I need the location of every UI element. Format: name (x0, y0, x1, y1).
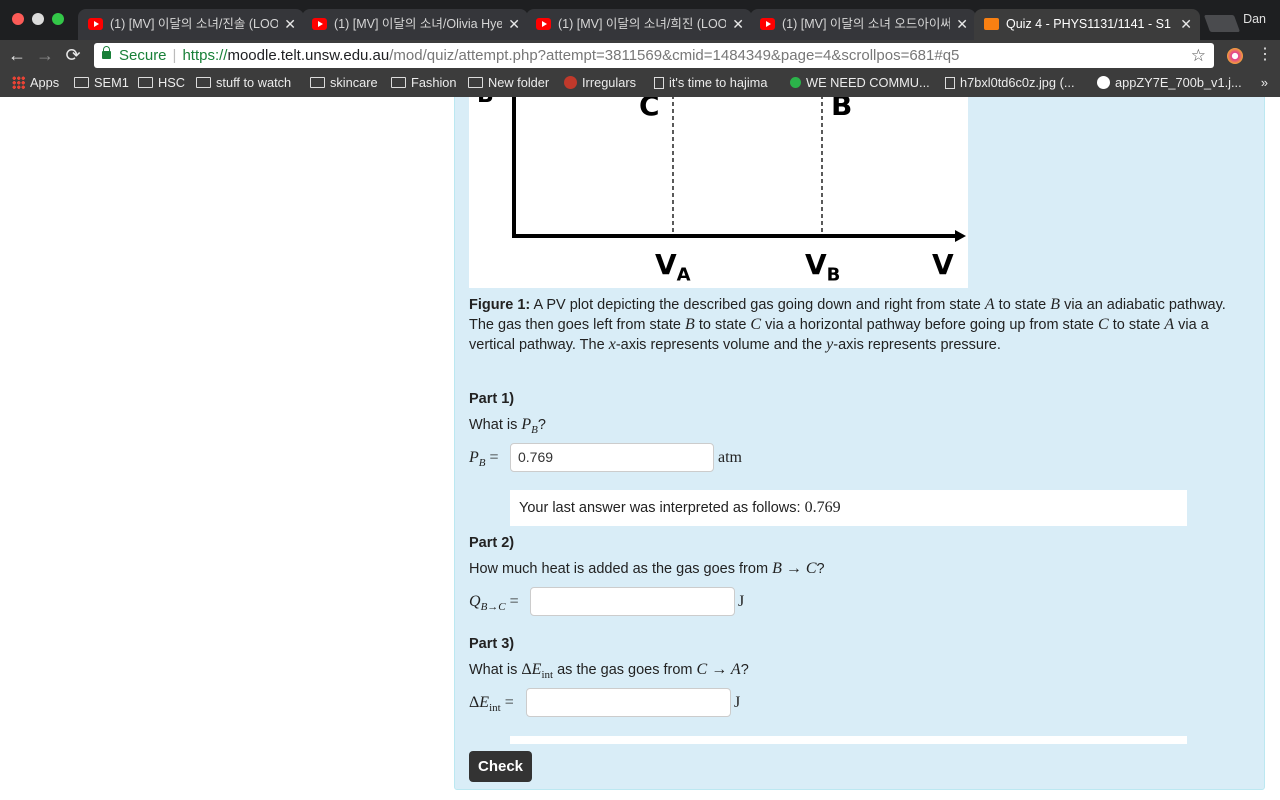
tab-title: (1) [MV] 이달의 소녀/희진 (LOON (558, 17, 726, 31)
pv-figure: B C B VA VB V (469, 97, 968, 288)
part1-title: Part 1) (469, 391, 515, 407)
youtube-icon (760, 18, 775, 30)
bookmark-link[interactable]: h7bxl0td6c0z.jpg (... (945, 71, 1075, 95)
part3-field-label: ΔEint = (469, 694, 514, 715)
green-dot-icon (790, 77, 801, 89)
youtube-icon (88, 18, 103, 30)
address-bar[interactable]: Secure | https://moodle.telt.unsw.edu.au/m… (94, 43, 1214, 68)
zoom-window-button[interactable] (52, 13, 64, 25)
folder-icon (196, 77, 211, 89)
part3-title: Part 3) (469, 636, 515, 652)
part2-unit: J (738, 593, 745, 610)
minimize-window-button[interactable] (32, 13, 44, 25)
part3-unit: J (734, 694, 741, 711)
folder-icon (310, 77, 325, 89)
browser-toolbar: ← → ⟳ Secure | https://moodle.telt.unsw.ed… (0, 40, 1280, 71)
v-axis-label: V (932, 248, 954, 281)
pb-answer-input[interactable]: 0.769 (510, 443, 714, 472)
youtube-icon (536, 18, 551, 30)
url-host: moodle.telt.unsw.edu.au (227, 47, 390, 64)
part3-feedback (510, 736, 1187, 744)
url-path: /mod/quiz/attempt.php?attempt=3811569&cm… (389, 47, 960, 64)
apps-icon (12, 76, 25, 90)
va-label: VA (655, 248, 691, 286)
state-c-label: C (639, 97, 660, 122)
part2-title: Part 2) (469, 535, 515, 551)
check-button[interactable]: Check (469, 751, 532, 782)
part1-question: What is PB? (469, 416, 546, 436)
folder-icon (391, 77, 406, 89)
pb-axis-label: B (477, 97, 494, 108)
folder-icon (468, 77, 483, 89)
bookmarks-overflow-button[interactable]: » (1261, 71, 1268, 95)
moodle-icon (984, 18, 999, 30)
new-tab-button[interactable] (1203, 15, 1241, 32)
bookmark-star-icon[interactable]: ☆ (1191, 43, 1206, 68)
bookmarks-bar: Apps SEM1 HSC stuff to watch skincare Fa… (0, 71, 1280, 97)
profile-name[interactable]: Dan (1243, 12, 1266, 26)
close-icon[interactable]: ✕ (508, 9, 520, 40)
bookmark-folder[interactable]: Fashion (391, 71, 457, 95)
part2-question: How much heat is added as the gas goes f… (469, 560, 825, 577)
page-content: B C B VA VB V Figure 1: A PV plot depict… (0, 97, 1280, 800)
close-icon[interactable]: ✕ (284, 9, 296, 40)
browser-tab[interactable]: (1) [MV] 이달의 소녀/희진 (LOON ✕ (526, 9, 752, 40)
tab-strip: (1) [MV] 이달의 소녀/진솔 (LOON ✕ (1) [MV] 이달의 … (0, 0, 1280, 40)
extension-icon[interactable] (1227, 48, 1243, 64)
part2-field-label: QB→C = (469, 593, 519, 614)
bookmark-folder[interactable]: SEM1 (74, 71, 129, 95)
back-arrow-icon[interactable]: ← (6, 44, 28, 66)
bookmark-link[interactable]: it's time to hajima (654, 71, 767, 95)
browser-tab[interactable]: (1) [MV] 이달의 소녀/진솔 (LOON ✕ (78, 9, 304, 40)
youtube-icon (312, 18, 327, 30)
browser-tab[interactable]: (1) [MV] 이달의 소녀/Olivia Hye ✕ (302, 9, 528, 40)
lock-icon (102, 46, 111, 59)
bookmark-apps[interactable]: Apps (12, 71, 59, 95)
part1-field-label: PB = (469, 449, 499, 470)
state-b-label: B (831, 97, 853, 122)
url-scheme: https:// (182, 47, 228, 64)
close-window-button[interactable] (12, 13, 24, 25)
close-icon[interactable]: ✕ (732, 9, 744, 40)
site-icon (564, 76, 577, 90)
figure-caption: Figure 1: A PV plot depicting the descri… (469, 296, 1226, 353)
bookmark-folder[interactable]: stuff to watch (196, 71, 291, 95)
bookmark-link[interactable]: Irregulars (564, 71, 636, 95)
menu-dots-icon[interactable]: ⋮ (1257, 44, 1273, 66)
bookmark-folder[interactable]: HSC (138, 71, 185, 95)
folder-icon (74, 77, 89, 89)
reload-icon[interactable]: ⟳ (62, 44, 84, 66)
tab-title: Quiz 4 - PHYS1131/1141 - S1 2 (1006, 17, 1174, 31)
folder-icon (138, 77, 153, 89)
page-icon (654, 76, 664, 89)
site-icon (1097, 76, 1110, 90)
tab-title: (1) [MV] 이달의 소녀/진솔 (LOON (110, 17, 278, 31)
bookmark-folder[interactable]: skincare (310, 71, 378, 95)
part1-feedback: Your last answer was interpreted as foll… (510, 490, 1187, 526)
pv-plot (512, 97, 966, 242)
part3-question: What is ΔEint as the gas goes from C → A… (469, 661, 749, 681)
vb-label: VB (805, 248, 841, 286)
browser-tab-active[interactable]: Quiz 4 - PHYS1131/1141 - S1 2 ✕ (974, 9, 1200, 40)
forward-arrow-icon[interactable]: → (34, 44, 56, 66)
bookmark-link[interactable]: WE NEED COMMU... (790, 71, 930, 95)
secure-label: Secure (119, 47, 167, 64)
heat-answer-input[interactable] (530, 587, 735, 616)
tab-title: (1) [MV] 이달의 소녀/Olivia Hye (334, 17, 502, 31)
part1-unit: atm (718, 449, 742, 466)
x-axis-arrow (955, 230, 966, 242)
bookmark-link[interactable]: appZY7E_700b_v1.j... (1097, 71, 1242, 95)
browser-tab[interactable]: (1) [MV] 이달의 소녀 오드아이써클 ✕ (750, 9, 976, 40)
delta-eint-answer-input[interactable] (526, 688, 731, 717)
close-icon[interactable]: ✕ (956, 9, 968, 40)
tab-title: (1) [MV] 이달의 소녀 오드아이써클 (782, 17, 950, 31)
bookmark-folder[interactable]: New folder (468, 71, 549, 95)
close-icon[interactable]: ✕ (1180, 9, 1192, 40)
page-icon (945, 76, 955, 89)
